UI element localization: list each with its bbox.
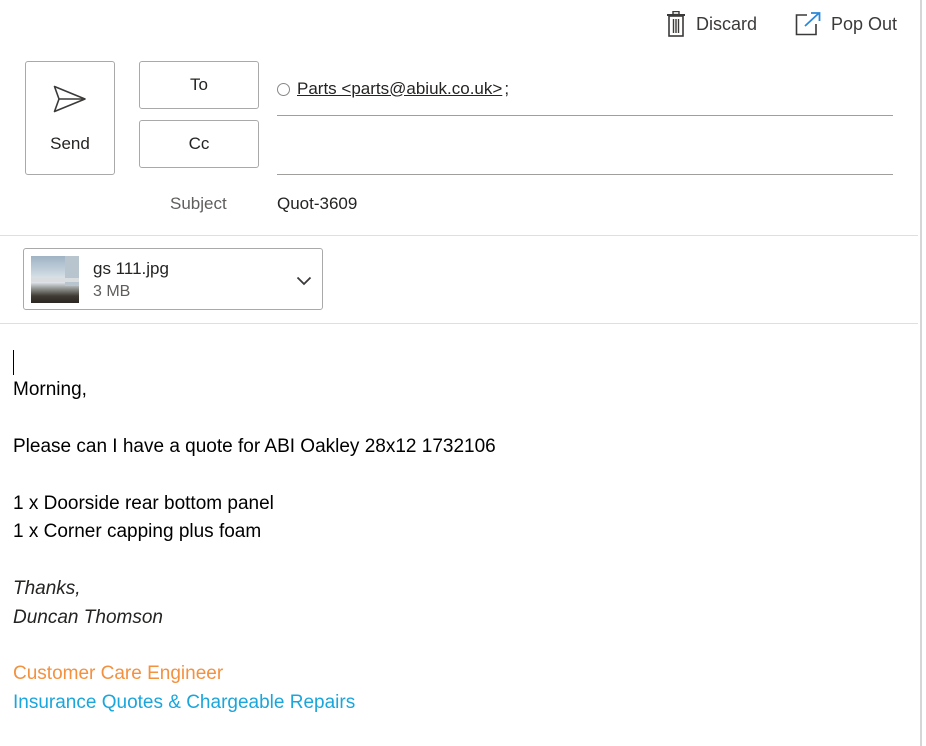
attachment-thumbnail (31, 256, 79, 303)
pop-out-button[interactable]: Pop Out (795, 8, 897, 40)
window-edge (920, 0, 922, 746)
to-button[interactable]: To (139, 61, 259, 109)
chevron-down-icon[interactable] (296, 273, 312, 291)
attachment-name: gs 111.jpg (93, 259, 169, 278)
attachment-size: 3 MB (93, 283, 131, 300)
send-label: Send (50, 134, 90, 153)
signoff-line: Thanks, (13, 578, 81, 599)
subject-input[interactable]: Quot-3609 (277, 194, 357, 214)
discard-button[interactable]: Discard (666, 8, 757, 40)
item-line-2: 1 x Corner capping plus foam (13, 521, 262, 542)
send-button[interactable]: Send (25, 61, 115, 175)
signature-title: Customer Care Engineer (13, 663, 224, 684)
signature-name: Duncan Thomson (13, 607, 163, 628)
attachment-divider (0, 323, 918, 324)
cc-field[interactable] (277, 120, 893, 175)
text-cursor (13, 350, 14, 375)
recipient-separator: ; (504, 78, 510, 98)
item-line-1: 1 x Doorside rear bottom panel (13, 493, 274, 514)
greeting-line: Morning, (13, 379, 87, 400)
recipient-name[interactable]: Parts <parts@abiuk.co.uk> (297, 79, 502, 99)
cc-button[interactable]: Cc (139, 120, 259, 168)
pop-out-label: Pop Out (831, 13, 898, 34)
request-line: Please can I have a quote for ABI Oakley… (13, 436, 496, 457)
presence-status-icon (277, 82, 290, 96)
subject-label: Subject (170, 194, 227, 213)
signature-department: Insurance Quotes & Chargeable Repairs (13, 692, 356, 713)
send-icon (53, 84, 87, 114)
to-field[interactable]: Parts <parts@abiuk.co.uk> ; (277, 62, 893, 116)
discard-label: Discard (696, 13, 758, 34)
recipient-pill[interactable]: Parts <parts@abiuk.co.uk> ; (277, 79, 509, 99)
pop-out-icon (795, 12, 821, 36)
attachment-card[interactable]: gs 111.jpg 3 MB (23, 248, 323, 310)
trash-icon (666, 11, 686, 37)
header-divider (0, 235, 918, 236)
